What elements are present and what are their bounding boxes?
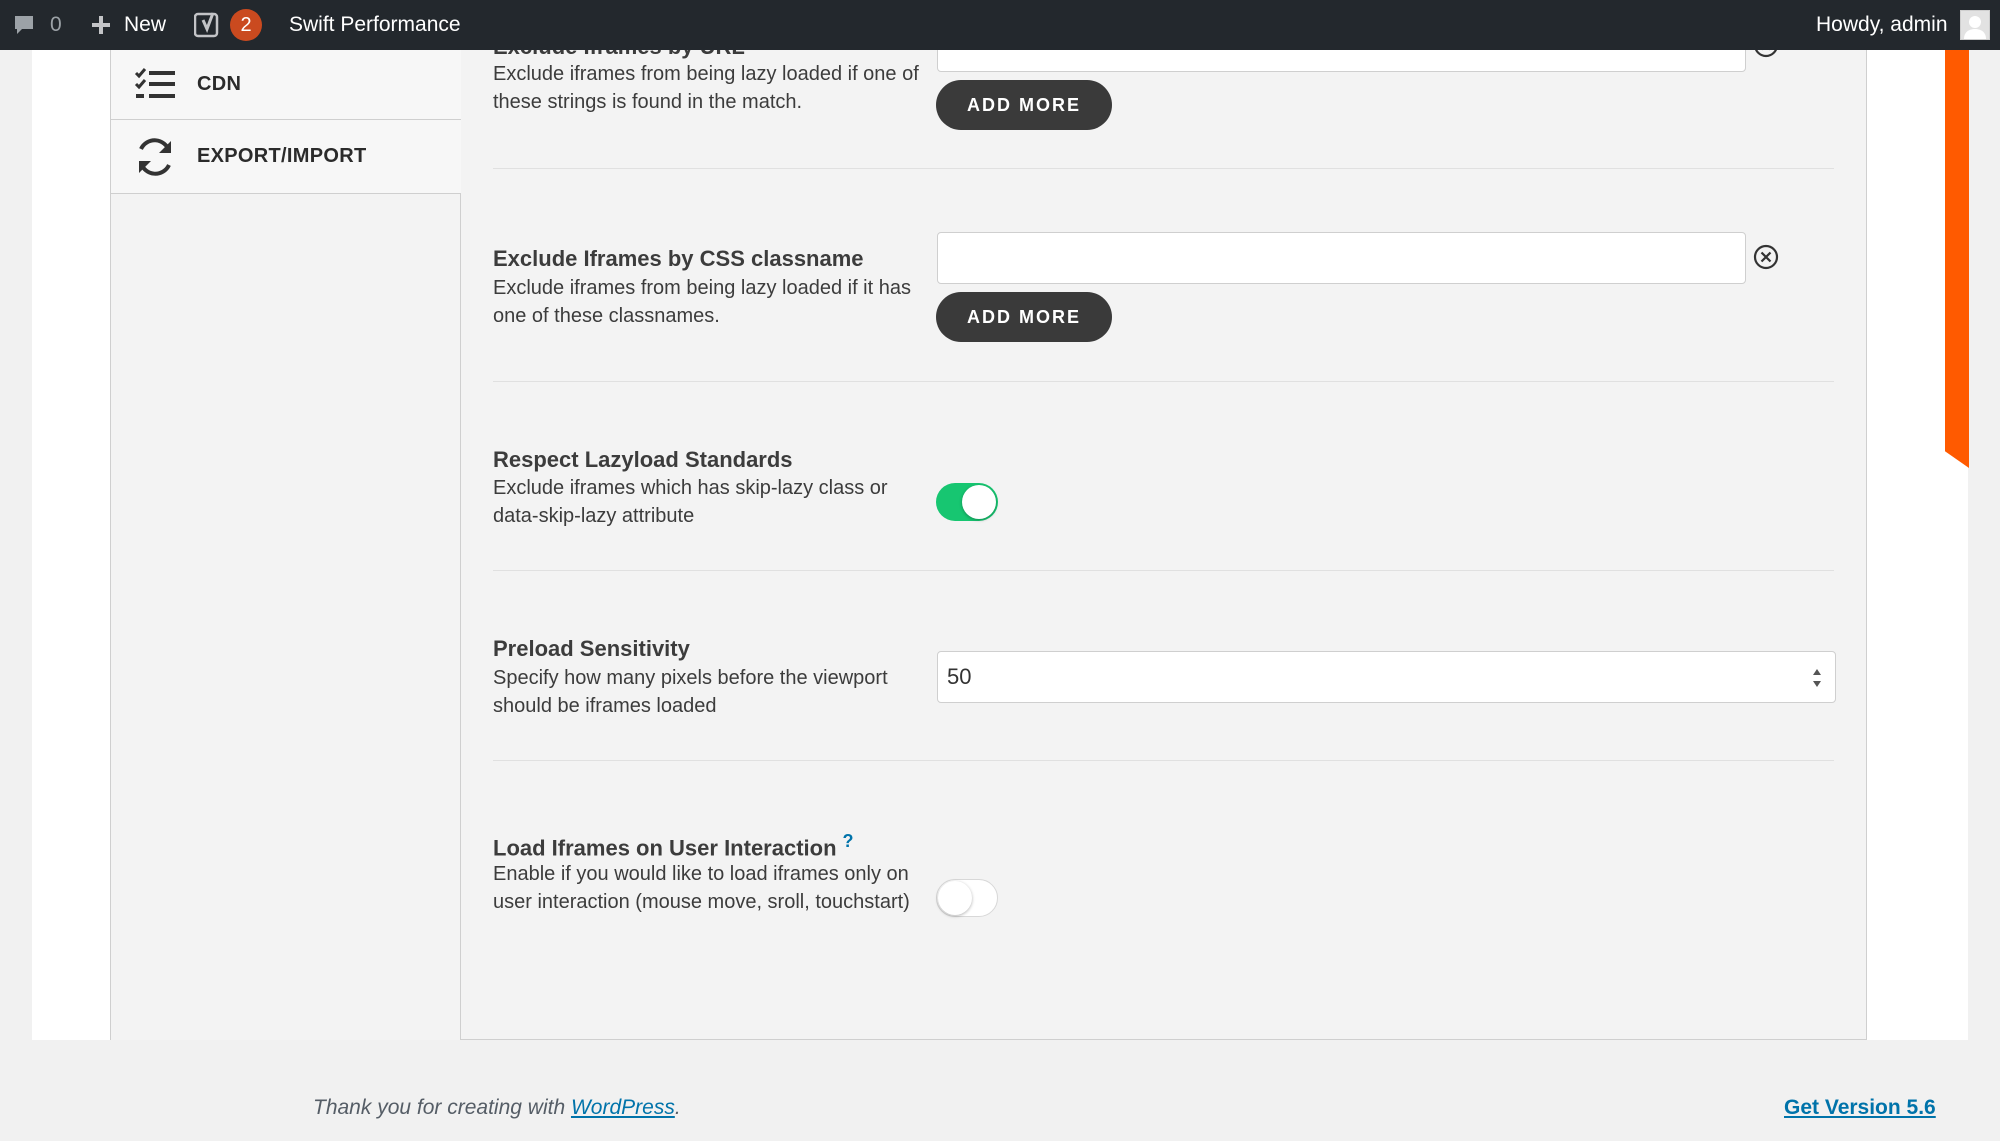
divider: [493, 570, 1834, 571]
add-more-button[interactable]: ADD MORE: [936, 292, 1112, 342]
toggle-knob: [962, 485, 996, 519]
plus-icon: [90, 14, 112, 36]
setting-title: Preload Sensitivity: [493, 636, 690, 661]
setting-description: Exclude iframes which has skip-lazy clas…: [493, 477, 888, 527]
setting-exclude-url: Exclude Iframes by URL Exclude iframes f…: [0, 50, 2000, 160]
wordpress-link[interactable]: WordPress: [571, 1096, 675, 1119]
comment-icon: [12, 13, 36, 37]
preload-sensitivity-input[interactable]: 50: [937, 651, 1836, 703]
footer-thanks-suffix: .: [674, 1096, 681, 1119]
site-name-link[interactable]: Swift Performance: [289, 0, 461, 50]
setting-title-text: Load Iframes on User Interaction: [493, 835, 837, 861]
divider: [493, 168, 1834, 169]
spinner-icon[interactable]: [1811, 666, 1823, 690]
setting-description: Exclude iframes from being lazy loaded i…: [493, 63, 919, 113]
yoast-menu[interactable]: 2: [194, 0, 262, 50]
setting-description: Exclude iframes from being lazy loaded i…: [493, 277, 911, 327]
get-version-link[interactable]: Get Version 5.6: [1784, 1096, 1936, 1120]
account-menu[interactable]: Howdy, admin: [1816, 0, 1990, 50]
respect-lazyload-toggle[interactable]: [936, 483, 998, 521]
setting-title: Exclude Iframes by URL: [493, 50, 745, 60]
new-label: New: [124, 13, 167, 36]
remove-icon[interactable]: [1753, 244, 1779, 270]
exclude-url-input[interactable]: [937, 50, 1746, 72]
comments-menu[interactable]: 0: [12, 0, 62, 50]
help-icon[interactable]: ?: [843, 831, 854, 851]
new-content-menu[interactable]: New: [90, 0, 166, 50]
setting-description: Specify how many pixels before the viewp…: [493, 667, 888, 717]
toggle-knob: [938, 881, 972, 915]
notification-badge: 2: [230, 9, 262, 41]
add-more-button[interactable]: ADD MORE: [936, 80, 1112, 130]
setting-title: Respect Lazyload Standards: [493, 447, 793, 472]
admin-bar: 0 New 2 Swift Performance Howdy, admin: [0, 0, 2000, 50]
divider: [493, 760, 1834, 761]
greeting: Howdy, admin: [1816, 13, 1948, 36]
setting-title: Load Iframes on User Interaction?: [493, 831, 854, 861]
settings-sidebar: CDN EXPORT/IMPORT: [110, 50, 461, 1040]
comments-count: 0: [50, 13, 62, 36]
divider: [493, 381, 1834, 382]
input-value: 50: [947, 664, 972, 689]
setting-description: Enable if you would like to load iframes…: [493, 863, 910, 913]
remove-icon[interactable]: [1753, 50, 1779, 58]
load-on-interaction-toggle[interactable]: [936, 879, 998, 917]
yoast-icon: [194, 10, 222, 40]
footer-thanks: Thank you for creating with WordPress.: [313, 1096, 681, 1120]
avatar: [1959, 10, 1990, 40]
exclude-css-input[interactable]: [937, 232, 1746, 284]
footer-thanks-text: Thank you for creating with: [313, 1096, 571, 1119]
setting-title: Exclude Iframes by CSS classname: [493, 246, 864, 271]
